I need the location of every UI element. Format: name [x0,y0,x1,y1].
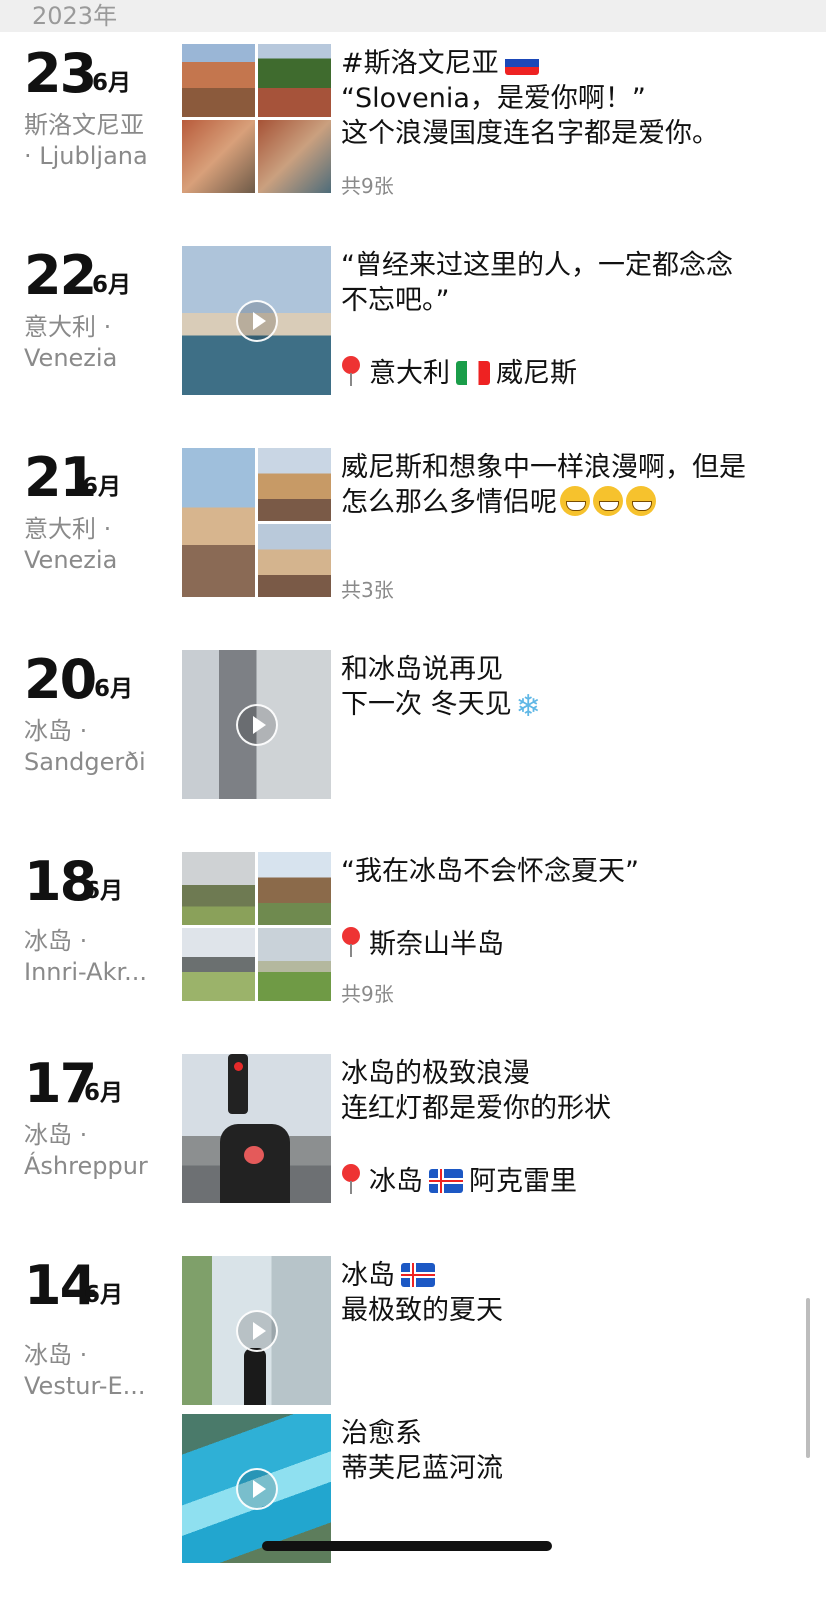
post-location: 冰岛 · Sandgerði [24,717,146,776]
photo-count: 共9张 [341,982,394,1006]
photo-count: 共9张 [341,174,394,198]
post-caption: 治愈系 蒂芙尼蓝河流 [341,1418,503,1484]
post-location: 意大利 · Venezia [24,313,118,372]
year-label: 2023年 [32,2,118,30]
post-month: 6月 [84,878,124,904]
post-month: 6月 [84,1080,124,1106]
post-caption: “曾经来过这里的人，一定都念念 不忘吧。” 意大利 威尼斯 [341,250,733,389]
photo-count: 共3张 [341,578,394,602]
grin-emoji-icon [560,486,590,516]
play-icon[interactable] [236,704,278,746]
post-location: 意大利 · Venezia [24,515,118,574]
video-thumbnail[interactable] [182,246,331,395]
location-pin-icon [341,925,361,959]
post-month: 6月 [94,676,134,702]
photo-grid-thumbnail[interactable] [182,448,331,597]
post-location: 斯洛文尼亚 · Ljubljana [24,111,148,170]
grin-emoji-icon [626,486,656,516]
post-caption: #斯洛文尼亚 “Slovenia，是爱你啊！” 这个浪漫国度连名字都是爱你。 [341,48,719,149]
photo-thumbnail[interactable] [182,1054,331,1203]
location-pin-icon [341,354,361,388]
post-month: 6月 [82,474,122,500]
post-day: 20 [24,648,97,711]
scrollbar[interactable] [806,1298,810,1458]
slovenia-flag-icon [504,51,539,75]
photo-grid-thumbnail[interactable] [182,852,331,1001]
post-day: 22 [24,244,97,307]
play-icon[interactable] [236,1310,278,1352]
video-thumbnail[interactable] [182,1256,331,1405]
home-indicator[interactable] [262,1541,552,1551]
post-month: 6月 [84,1282,124,1308]
italy-flag-icon [456,361,490,385]
grin-emoji-icon [593,486,623,516]
post-caption: 冰岛的极致浪漫 连红灯都是爱你的形状 冰岛 阿克雷里 [341,1058,611,1197]
post-month: 6月 [92,272,132,298]
video-thumbnail[interactable] [182,650,331,799]
post-location: 冰岛 · Áshreppur [24,1121,148,1180]
post-caption: 冰岛 最极致的夏天 [341,1260,503,1326]
post-caption: 威尼斯和想象中一样浪漫啊，但是 怎么那么多情侣呢 [341,452,746,518]
iceland-flag-icon [401,1263,435,1287]
post-day: 23 [24,42,97,105]
photo-grid-thumbnail[interactable] [182,44,331,193]
play-icon[interactable] [236,300,278,342]
iceland-flag-icon [429,1169,463,1193]
location-pin-icon [341,1162,361,1196]
post-caption: “我在冰岛不会怀念夏天” 斯奈山半岛 [341,856,639,960]
year-header: 2023年 [0,0,826,32]
post-location: 冰岛 · Innri-Akr... [24,927,148,986]
play-icon[interactable] [236,1468,278,1510]
post-month: 6月 [92,70,132,96]
post-caption: 和冰岛说再见 下一次 冬天见 ❄ [341,654,541,724]
post-location: 冰岛 · Vestur-E... [24,1341,146,1400]
snowflake-icon: ❄ [515,689,541,724]
